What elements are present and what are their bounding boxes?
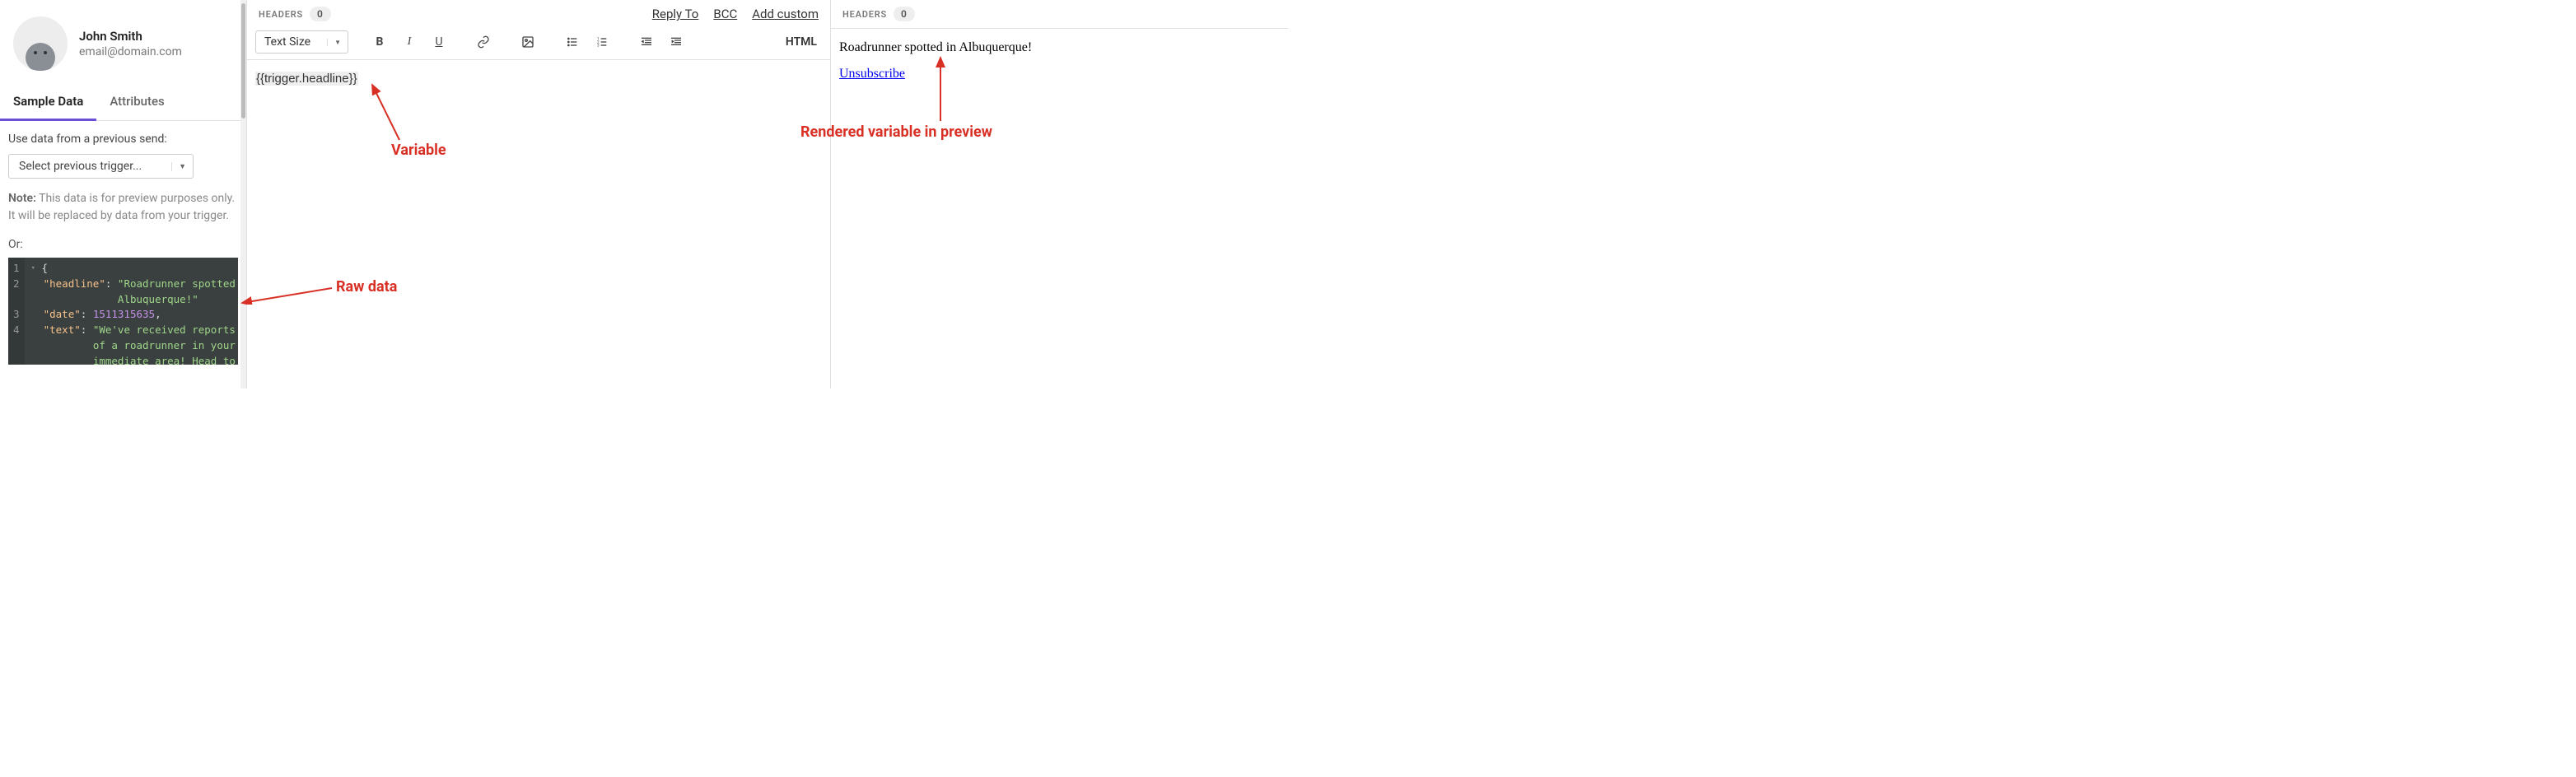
unordered-list-button[interactable] <box>559 30 586 54</box>
text-size-select[interactable]: Text Size ▼ <box>255 30 348 54</box>
chevron-down-icon: ▼ <box>171 162 186 171</box>
template-variable: {{trigger.headline}} <box>255 72 358 86</box>
indent-button[interactable] <box>663 30 689 54</box>
underline-button[interactable]: U <box>426 30 452 54</box>
sidebar-scrollbar[interactable] <box>240 0 246 388</box>
svg-text:3: 3 <box>597 43 600 48</box>
editor-body[interactable]: {{trigger.headline}} <box>247 60 830 97</box>
ordered-list-button[interactable]: 123 <box>589 30 615 54</box>
outdent-button[interactable] <box>633 30 660 54</box>
sidebar-tabs: Sample Data Attributes <box>0 86 246 121</box>
use-data-label: Use data from a previous send: <box>8 133 238 146</box>
link-button[interactable] <box>470 30 497 54</box>
unsubscribe-link[interactable]: Unsubscribe <box>839 67 905 81</box>
bold-button[interactable]: B <box>366 30 393 54</box>
preview-column: HEADERS 0 Roadrunner spotted in Albuquer… <box>831 0 1288 388</box>
tab-attributes[interactable]: Attributes <box>96 86 177 120</box>
reply-to-link[interactable]: Reply To <box>652 7 699 21</box>
header-links: Reply To BCC Add custom <box>652 7 819 21</box>
chevron-down-icon: ▼ <box>327 39 341 46</box>
scrollbar-thumb[interactable] <box>241 3 245 119</box>
profile-section: John Smith email@domain.com <box>0 0 246 86</box>
note-body: This data is for preview purposes only. … <box>8 192 235 222</box>
select-placeholder: Select previous trigger... <box>19 160 142 173</box>
text-size-label: Text Size <box>264 35 310 49</box>
raw-data-editor[interactable]: 1234 ▾ { "headline": "Roadrunner spotted… <box>8 258 238 365</box>
preview-body: Roadrunner spotted in Albuquerque! Unsub… <box>831 28 1288 105</box>
html-toggle[interactable]: HTML <box>786 35 822 49</box>
preview-header: HEADERS 0 <box>831 0 1288 25</box>
editor-column: HEADERS 0 Reply To BCC Add custom Text S… <box>247 0 831 388</box>
add-custom-link[interactable]: Add custom <box>752 7 819 21</box>
editor-header: HEADERS 0 Reply To BCC Add custom <box>247 0 830 25</box>
profile-name: John Smith <box>79 29 182 44</box>
preview-headers-label: HEADERS <box>842 9 887 20</box>
profile-email: email@domain.com <box>79 45 182 58</box>
headers-tag[interactable]: HEADERS 0 <box>259 7 331 21</box>
image-button[interactable] <box>515 30 541 54</box>
preview-rendered-text: Roadrunner spotted in Albuquerque! <box>839 40 1280 55</box>
preview-headers-tag[interactable]: HEADERS 0 <box>842 7 915 21</box>
code-gutter: 1234 <box>8 258 25 365</box>
code-body: ▾ { "headline": "Roadrunner spotted in A… <box>25 258 238 365</box>
headers-label: HEADERS <box>259 9 303 20</box>
avatar <box>13 16 68 71</box>
or-label: Or: <box>8 238 238 251</box>
headers-count: 0 <box>310 7 331 21</box>
editor-toolbar: Text Size ▼ B I U 123 HTML <box>247 25 830 60</box>
tab-sample-data[interactable]: Sample Data <box>0 86 96 121</box>
note-text: Note: This data is for preview purposes … <box>8 190 238 225</box>
previous-trigger-select[interactable]: Select previous trigger... ▼ <box>8 154 194 179</box>
sample-data-panel: Use data from a previous send: Select pr… <box>0 121 246 373</box>
bcc-link[interactable]: BCC <box>713 7 737 21</box>
note-prefix: Note: <box>8 192 36 205</box>
sidebar: John Smith email@domain.com Sample Data … <box>0 0 247 388</box>
preview-headers-count: 0 <box>894 7 915 21</box>
italic-button[interactable]: I <box>396 30 422 54</box>
